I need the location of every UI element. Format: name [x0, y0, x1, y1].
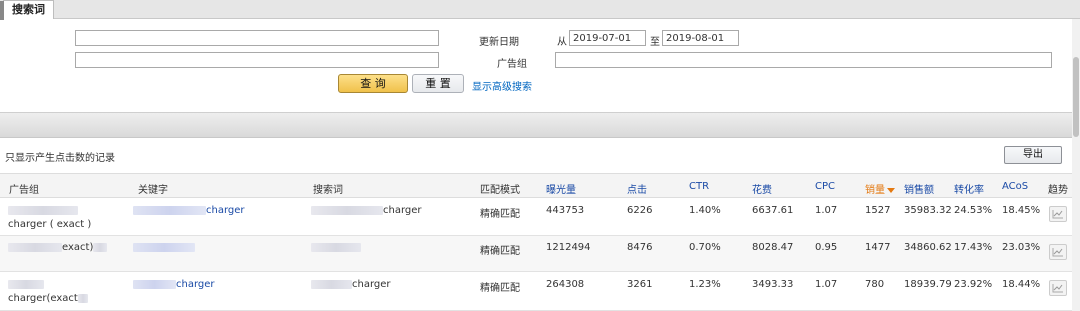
section-divider — [0, 112, 1072, 138]
date-to-label: 至 — [650, 37, 660, 48]
search-term-cell: charger — [311, 205, 422, 216]
conversion-cell: 17.43% — [954, 242, 993, 253]
col-ctr[interactable]: CTR — [689, 181, 709, 192]
scrollbar-thumb[interactable] — [1073, 57, 1079, 137]
spend-cell: 6637.61 — [752, 205, 794, 216]
table-header: 广告组 关键字 搜索词 匹配模式 曝光量 点击 CTR 花费 CPC 销量 销售… — [0, 173, 1072, 198]
col-impressions[interactable]: 曝光量 — [546, 181, 576, 196]
clicks-cell: 3261 — [627, 279, 653, 290]
table-row: charger ( exact ) charger charger 精确匹配 4… — [0, 198, 1072, 236]
line-chart-icon[interactable] — [1049, 206, 1067, 222]
col-keyword: 关键字 — [138, 185, 168, 196]
sort-desc-icon — [887, 187, 895, 193]
col-clicks[interactable]: 点击 — [627, 181, 647, 196]
line-chart-icon[interactable] — [1049, 244, 1067, 260]
search-term-text: charger — [352, 279, 391, 290]
match-type-cell: 精确匹配 — [480, 283, 520, 294]
search-term-cell — [311, 242, 361, 253]
update-date-label: 更新日期 — [479, 37, 519, 48]
keyword-cell[interactable]: charger — [133, 205, 245, 216]
impressions-cell: 264308 — [546, 279, 585, 290]
date-from-label: 从 — [557, 37, 567, 48]
redacted-text — [8, 279, 44, 290]
adgroup-text: exact) — [62, 242, 94, 253]
table-row: exact) 精确匹配 1212494 8476 0.70% 8028.47 0… — [0, 236, 1072, 272]
match-type-cell: 精确匹配 — [480, 246, 520, 257]
search-term-filter-input[interactable] — [75, 52, 439, 68]
sales-cell: 18939.79 — [904, 279, 952, 290]
ctr-cell: 0.70% — [689, 242, 721, 253]
keyword-text: charger — [176, 279, 215, 290]
acos-cell: 23.03% — [1002, 242, 1041, 253]
orders-cell: 780 — [865, 279, 885, 290]
export-button[interactable]: 导出 — [1004, 146, 1062, 164]
tab-bar: 搜索词 — [0, 0, 1080, 20]
date-to-input[interactable] — [662, 30, 739, 46]
col-match-type: 匹配模式 — [480, 185, 520, 196]
date-from-input[interactable] — [569, 30, 646, 46]
sales-cell: 34860.62 — [904, 242, 952, 253]
impressions-cell: 443753 — [546, 205, 585, 216]
conversion-cell: 23.92% — [954, 279, 993, 290]
line-chart-icon[interactable] — [1049, 280, 1067, 296]
col-conversion[interactable]: 转化率 — [954, 181, 984, 196]
col-acos[interactable]: ACoS — [1002, 181, 1028, 192]
tab-search-terms[interactable]: 搜索词 — [0, 0, 54, 20]
clicks-cell: 8476 — [627, 242, 653, 253]
conversion-cell: 24.53% — [954, 205, 993, 216]
search-term-cell: charger — [311, 279, 391, 290]
orders-cell: 1527 — [865, 205, 891, 216]
adgroup-cell: charger ( exact ) — [8, 219, 92, 230]
col-trend: 趋势 — [1048, 185, 1068, 196]
cpc-cell: 0.95 — [815, 242, 838, 253]
keyword-text: charger — [206, 205, 245, 216]
adgroup-cell: charger(exact — [8, 293, 88, 304]
reset-button[interactable]: 重 置 — [412, 74, 464, 93]
adgroup-label: 广告组 — [497, 59, 527, 70]
advanced-search-link[interactable]: 显示高级搜索 — [472, 78, 532, 93]
table-row: charger(exact charger charger 精确匹配 26430… — [0, 272, 1072, 311]
cpc-cell: 1.07 — [815, 279, 838, 290]
keyword-cell[interactable]: charger — [133, 279, 215, 290]
spend-cell: 8028.47 — [752, 242, 794, 253]
clicks-cell: 6226 — [627, 205, 653, 216]
acos-cell: 18.44% — [1002, 279, 1041, 290]
col-orders[interactable]: 销量 — [865, 181, 895, 196]
ctr-cell: 1.23% — [689, 279, 721, 290]
query-button[interactable]: 查 询 — [338, 74, 408, 93]
only-clicks-label[interactable]: 只显示产生点击数的记录 — [5, 149, 115, 164]
impressions-cell: 1212494 — [546, 242, 591, 253]
col-search-term: 搜索词 — [313, 185, 343, 196]
col-spend[interactable]: 花费 — [752, 181, 772, 196]
col-cpc[interactable]: CPC — [815, 181, 835, 192]
col-orders-label: 销量 — [865, 185, 885, 196]
col-sales[interactable]: 销售额 — [904, 181, 934, 196]
vertical-scrollbar[interactable] — [1072, 19, 1080, 311]
keyword-filter-input[interactable] — [75, 30, 439, 46]
keyword-cell[interactable] — [133, 242, 195, 253]
sales-cell: 35983.32 — [904, 205, 952, 216]
search-term-text: charger — [383, 205, 422, 216]
acos-cell: 18.45% — [1002, 205, 1041, 216]
cpc-cell: 1.07 — [815, 205, 838, 216]
match-type-cell: 精确匹配 — [480, 209, 520, 220]
redacted-text — [8, 205, 78, 216]
spend-cell: 3493.33 — [752, 279, 794, 290]
orders-cell: 1477 — [865, 242, 891, 253]
adgroup-input[interactable] — [555, 52, 1052, 68]
adgroup-cell: exact) — [8, 242, 108, 253]
adgroup-text: charger(exact — [8, 293, 78, 304]
col-adgroup: 广告组 — [9, 185, 39, 196]
ctr-cell: 1.40% — [689, 205, 721, 216]
